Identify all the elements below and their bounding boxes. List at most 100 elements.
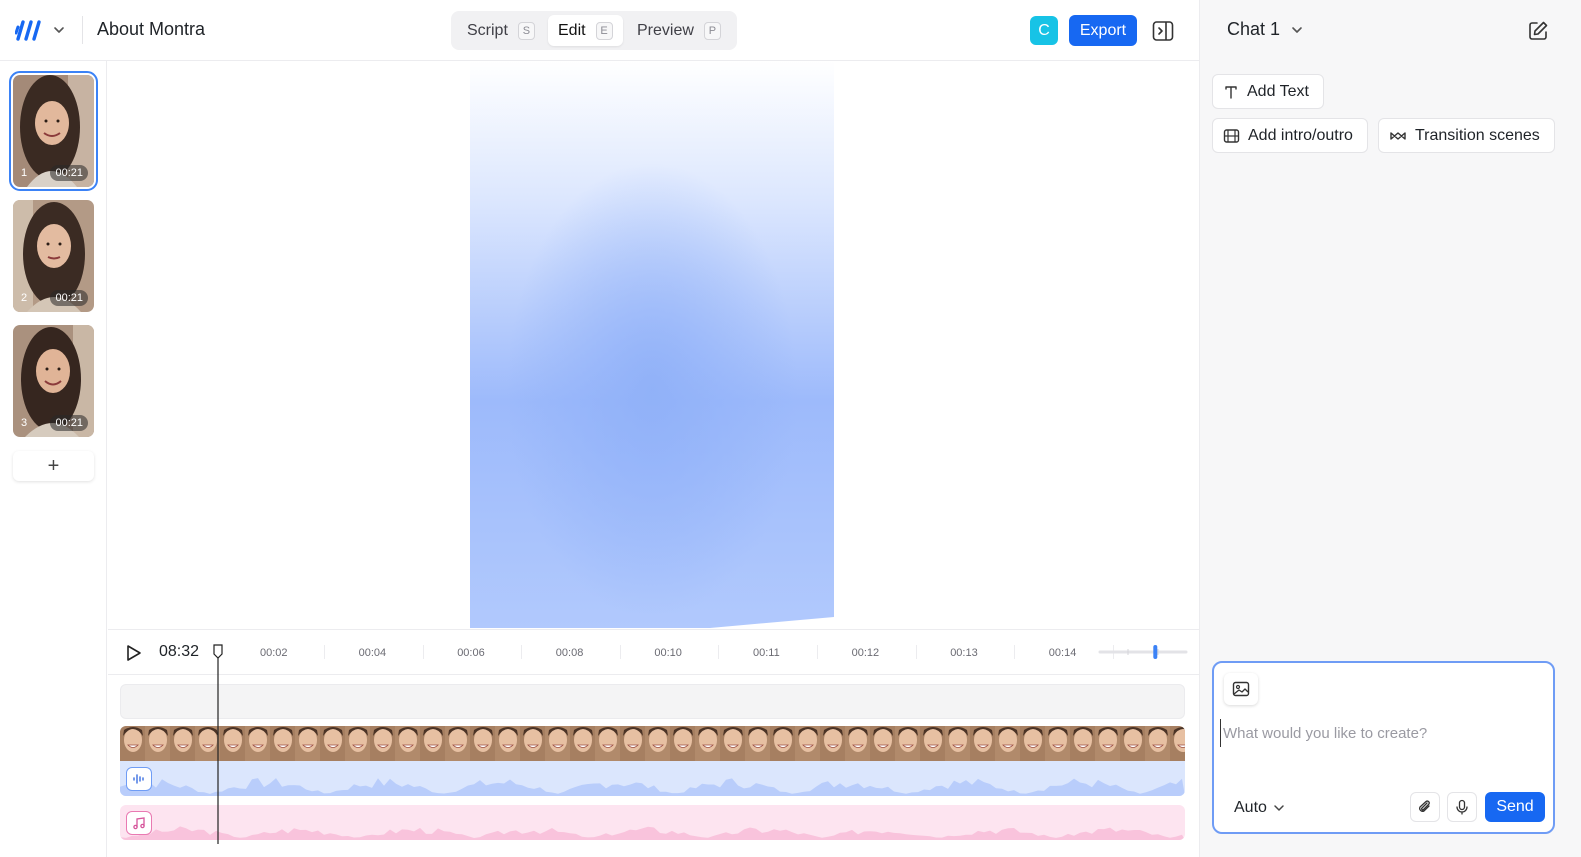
microphone-icon <box>1456 799 1468 815</box>
filmstrip-frame <box>370 726 395 761</box>
send-button[interactable]: Send <box>1485 792 1545 822</box>
tick-mark <box>817 645 818 659</box>
current-time: 08:32 <box>159 643 200 660</box>
filmstrip-frame <box>1170 726 1185 761</box>
tick-mark <box>718 645 720 659</box>
model-select[interactable]: Auto <box>1234 799 1285 817</box>
film-icon <box>1223 128 1240 143</box>
filmstrip-frame <box>970 726 995 761</box>
scene-number: 1 <box>21 167 28 179</box>
scene-duration: 00:21 <box>50 290 88 306</box>
voice-input-button[interactable] <box>1447 792 1477 822</box>
project-title[interactable]: About Montra <box>97 19 205 40</box>
filmstrip-frame <box>145 726 170 761</box>
scene-list: 1 00:21 2 00:21 3 00:21 + <box>0 61 107 857</box>
filmstrip-frame <box>745 726 770 761</box>
voice-track-icon[interactable] <box>126 767 152 791</box>
divider <box>82 16 83 44</box>
music-track-icon[interactable] <box>126 811 152 835</box>
filmstrip-frame <box>795 726 820 761</box>
tick-mark <box>422 645 424 659</box>
tab-script[interactable]: Script S <box>457 15 545 46</box>
montra-logo-icon[interactable] <box>15 19 43 41</box>
tick-label: 00:10 <box>654 647 682 659</box>
filmstrip-frame <box>345 726 370 761</box>
filmstrip-frame <box>270 726 295 761</box>
user-avatar[interactable]: C <box>1030 16 1058 45</box>
filmstrip-frame <box>670 726 695 761</box>
music-track[interactable] <box>120 805 1185 840</box>
filmstrip-frame <box>395 726 420 761</box>
scene-number: 3 <box>21 417 28 429</box>
filmstrip-frame <box>420 726 445 761</box>
text-track[interactable] <box>120 684 1185 719</box>
video-track[interactable] <box>120 726 1185 761</box>
filmstrip-frame <box>320 726 345 761</box>
add-text-button[interactable]: Add Text <box>1212 74 1324 109</box>
music-note-icon <box>133 817 145 830</box>
tick-label: 00:14 <box>1048 647 1077 659</box>
filmstrip-frame <box>445 726 470 761</box>
video-preview[interactable] <box>470 61 834 628</box>
prompt-input[interactable] <box>1220 719 1540 747</box>
export-button[interactable]: Export <box>1069 15 1137 46</box>
attach-image-button[interactable] <box>1224 673 1258 705</box>
video-filmstrip <box>120 726 1185 761</box>
chevron-down-icon[interactable] <box>52 23 66 37</box>
add-scene-button[interactable]: + <box>13 451 94 481</box>
filmstrip-frame <box>170 726 195 761</box>
chat-composer: Auto Send <box>1212 661 1555 834</box>
transition-scenes-button[interactable]: Transition scenes <box>1378 118 1555 153</box>
filmstrip-frame <box>470 726 495 761</box>
scene-duration: 00:21 <box>50 165 88 181</box>
chat-title[interactable]: Chat 1 <box>1227 19 1280 40</box>
filmstrip-frame <box>1020 726 1045 761</box>
scene-thumbnail[interactable]: 3 00:21 <box>13 325 94 437</box>
chevron-down-icon <box>1274 805 1284 811</box>
filmstrip-frame <box>870 726 895 761</box>
filmstrip-frame <box>520 726 545 761</box>
new-chat-icon[interactable] <box>1526 19 1550 43</box>
top-bar: About Montra Script S Edit E Preview P C… <box>0 0 1200 61</box>
tab-preview[interactable]: Preview P <box>627 15 731 46</box>
add-intro-outro-button[interactable]: Add intro/outro <box>1212 118 1368 153</box>
tick-label: 00:06 <box>457 647 485 659</box>
timeline-ruler[interactable]: 08:32 00:02 00:04 00:06 00:08 00:10 00:11 00:1… <box>108 630 1199 675</box>
voice-waveform <box>120 778 1185 796</box>
scene-thumbnail[interactable]: 2 00:21 <box>13 200 94 312</box>
zoom-slider[interactable] <box>1098 641 1188 663</box>
filmstrip-frame <box>895 726 920 761</box>
filmstrip-frame <box>695 726 720 761</box>
attach-file-button[interactable] <box>1410 792 1440 822</box>
model-select-value: Auto <box>1234 799 1267 816</box>
toggle-panel-icon[interactable] <box>1151 19 1175 43</box>
filmstrip-frame <box>620 726 645 761</box>
scene-thumbnail[interactable]: 1 00:21 <box>9 71 98 191</box>
tick-label: 00:02 <box>260 647 288 659</box>
tick-mark <box>1014 645 1016 659</box>
tick-mark <box>324 645 325 659</box>
filmstrip-frame <box>495 726 520 761</box>
tick-mark <box>619 645 621 659</box>
filmstrip-frame <box>1095 726 1120 761</box>
image-icon <box>1232 681 1250 697</box>
filmstrip-frame <box>1120 726 1145 761</box>
playhead[interactable] <box>212 644 224 844</box>
filmstrip-frame <box>845 726 870 761</box>
shortcut-key: S <box>517 21 535 40</box>
paperclip-icon <box>1419 800 1430 812</box>
timeline: 08:32 00:02 00:04 00:06 00:08 00:10 00:11 00:1… <box>108 629 1199 857</box>
filmstrip-frame <box>995 726 1020 761</box>
shortcut-key: E <box>595 21 613 40</box>
filmstrip-frame <box>820 726 845 761</box>
filmstrip-frame <box>245 726 270 761</box>
voiceover-track[interactable] <box>120 761 1185 796</box>
chevron-down-icon[interactable] <box>1290 23 1304 37</box>
filmstrip-frame <box>720 726 745 761</box>
mode-tabs: Script S Edit E Preview P <box>451 11 737 50</box>
add-text-label: Add Text <box>1247 82 1309 100</box>
filmstrip-frame <box>595 726 620 761</box>
filmstrip-frame <box>1070 726 1095 761</box>
tab-edit[interactable]: Edit E <box>548 15 623 46</box>
play-icon[interactable] <box>126 644 142 662</box>
